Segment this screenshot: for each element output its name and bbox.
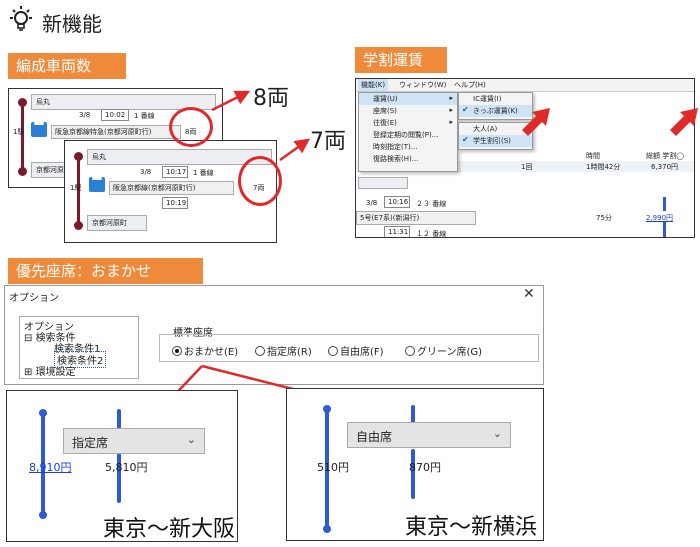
radio-dot	[328, 346, 338, 356]
menu-item-seat[interactable]: 座席(S) ▸	[359, 105, 457, 117]
radio-dot	[405, 346, 415, 356]
ride-minutes: 75分	[596, 214, 612, 222]
train-icon: ▀▀	[31, 122, 47, 137]
menu-item-round-trip[interactable]: 往復(E) ▸	[359, 117, 457, 129]
station-box	[358, 177, 408, 189]
dialog-title: オプション	[9, 293, 59, 304]
station-dot	[39, 511, 47, 519]
track: １２ 番線	[416, 230, 447, 238]
seat-select-value: 指定席	[72, 436, 109, 450]
station-dot	[323, 525, 331, 533]
station-dot	[323, 405, 331, 413]
radio-dot	[172, 346, 182, 356]
time: 10:16	[384, 196, 410, 208]
seat-select[interactable]: 自由席 ⌄	[347, 422, 511, 448]
menubar-item-function[interactable]: 機能(K)	[358, 79, 389, 91]
row-count: 1回	[521, 163, 533, 171]
route-line	[663, 197, 666, 211]
example-panel-left: 指定席 ⌄ 8,910円 5,810円 東京～新大阪	[6, 390, 238, 542]
pointer-arrows	[522, 108, 698, 136]
row-fare: 6,370円	[651, 163, 679, 171]
train-icon: ▀▀	[89, 177, 105, 192]
route-caption: 東京～新横浜	[405, 515, 538, 540]
price: 5,810円	[105, 461, 148, 474]
station-dot	[74, 152, 83, 161]
route-caption: 東京～新大阪	[103, 517, 236, 542]
col-time: 時間	[586, 152, 600, 160]
station-dot	[18, 98, 27, 107]
station-count: 1駅	[13, 128, 25, 136]
close-icon[interactable]: ✕	[523, 286, 535, 302]
tree-item-environment[interactable]: ⊞ 環境設定	[24, 363, 76, 378]
station-dot	[39, 409, 47, 417]
date: 3/8	[140, 168, 152, 176]
menubar-item-window[interactable]: ウィンドウ(W)	[396, 79, 449, 91]
seat-radio-group: おまかせ(E) 指定席(R) 自由席(F) グリーン席(G)	[159, 334, 539, 362]
track: ２３ 番線	[416, 200, 447, 208]
row-duration: 1時間42分	[586, 163, 621, 171]
radio-auto[interactable]: おまかせ(E)	[172, 343, 238, 358]
price: 510円	[317, 461, 349, 474]
callout-8-cars: 8両	[253, 86, 289, 111]
col-total: 総額 学割◯	[646, 152, 685, 160]
example-panel-right: 自由席 ⌄ 510円 870円 東京～新横浜	[286, 388, 544, 541]
radio-unreserved[interactable]: 自由席(F)	[328, 343, 384, 358]
train-route: 阪急京都線(京都河原町行)	[109, 181, 234, 195]
time: 11:31	[384, 226, 410, 237]
menubar-item-help[interactable]: ヘルプ(H)	[451, 79, 489, 91]
chevron-down-icon: ⌄	[186, 433, 196, 446]
section-label-student-fare: 学割運賃	[355, 47, 447, 73]
radio-reserved[interactable]: 指定席(R)	[255, 343, 312, 358]
function-menu: 運賃(U) ▸ 座席(S) ▸ 往復(E) ▸ 登録定期の閲覧(P)... 時刻指定(…	[358, 92, 458, 172]
price: 870円	[409, 461, 441, 474]
chevron-down-icon: ⌄	[492, 427, 502, 440]
radio-green[interactable]: グリーン席(G)	[405, 343, 482, 358]
menu-item-time-set[interactable]: 時刻指定(T)...	[359, 141, 457, 153]
section-label-cars: 編成車両数	[8, 53, 126, 79]
date: 3/8	[366, 199, 378, 207]
menu-item-view-pass[interactable]: 登録定期の閲覧(P)...	[359, 129, 457, 141]
check-icon: ✔	[462, 105, 469, 114]
arrival-time: 10:19	[162, 197, 188, 209]
page-title: 新機能	[42, 12, 102, 36]
price-link[interactable]: 8,910円	[29, 459, 72, 475]
menu-item-fare[interactable]: 運賃(U) ▸	[359, 93, 457, 105]
seat-select[interactable]: 指定席 ⌄	[63, 428, 205, 454]
section-label-priority-seat: 優先座席：おまかせ	[8, 258, 203, 284]
train-route: 阪急京都線特急(京都河原町行)	[51, 125, 181, 139]
menubar: 機能(K) ウィンドウ(W) ヘルプ(H)	[356, 79, 694, 92]
menu-item-return-search[interactable]: 復路検索(H)...	[359, 153, 457, 165]
train-route: 5号(E7系)(新潟行)	[356, 211, 476, 225]
radio-dot	[255, 346, 265, 356]
time: 10:17	[162, 166, 188, 178]
options-tree: オプション ⊟ 検索条件 検索条件1 検索条件2 ⊞ 環境設定	[19, 316, 139, 379]
date: 3/8	[79, 111, 91, 119]
track: 1 番線	[134, 112, 155, 120]
lightbulb-icon	[10, 6, 32, 31]
callout-7-cars: 7両	[310, 129, 346, 154]
time: 10:02	[101, 109, 129, 121]
check-icon: ✔	[462, 135, 469, 144]
station-dot	[74, 221, 83, 230]
seat-select-value: 自由席	[356, 430, 393, 444]
route-line	[663, 222, 666, 237]
station-to: 京都河原町	[87, 215, 147, 231]
station-dot	[18, 167, 27, 176]
fare-link[interactable]: 2,990円	[646, 213, 673, 223]
station-count: 1駅	[70, 184, 82, 192]
route-line	[117, 409, 121, 429]
